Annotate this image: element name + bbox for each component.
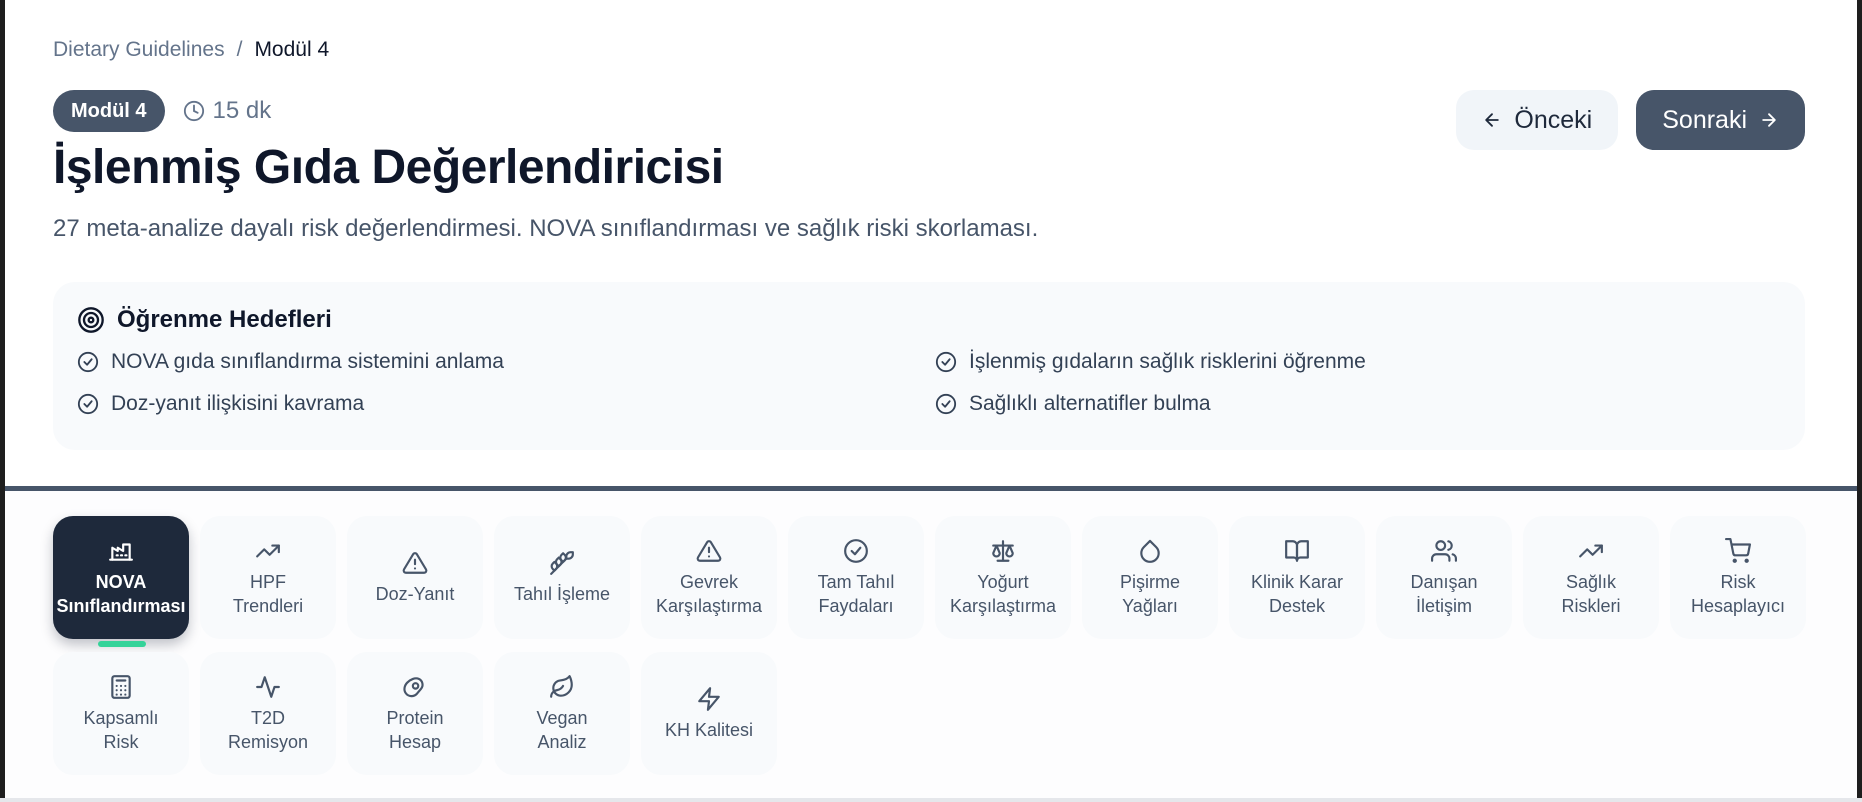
- module-badge: Modül 4: [53, 90, 165, 132]
- objectives-list: NOVA gıda sınıflandırma sistemini anlama…: [77, 348, 1781, 418]
- trending-up-icon: [1578, 538, 1604, 564]
- tool-tab-label: Tam Tahıl Faydaları: [817, 571, 895, 616]
- previous-button[interactable]: Önceki: [1456, 90, 1619, 150]
- tool-tab-label: Kapsamlı Risk: [83, 707, 159, 752]
- tool-tab-17[interactable]: KH Kalitesi: [641, 652, 777, 775]
- breadcrumb-parent-link[interactable]: Dietary Guidelines: [53, 38, 225, 62]
- tool-tab-13[interactable]: Kapsamlı Risk: [53, 652, 189, 775]
- users-icon: [1431, 538, 1457, 564]
- objective-text: Doz-yanıt ilişkisini kavrama: [111, 392, 365, 415]
- objective-text: NOVA gıda sınıflandırma sistemini anlama: [111, 350, 504, 373]
- bottom-edge: [0, 798, 1862, 802]
- active-tab-indicator: [98, 641, 146, 647]
- warning-triangle-icon: [696, 538, 722, 564]
- tool-selector-panel: NOVA Sınıflandırması HPF Trendleri Doz-Yan…: [5, 491, 1857, 798]
- objective-text: İşlenmiş gıdaların sağlık risklerini öğr…: [969, 350, 1366, 373]
- warning-triangle-icon: [402, 550, 428, 576]
- factory-icon: [108, 538, 134, 564]
- tool-tab-label: Pişirme Yağları: [1119, 571, 1180, 616]
- duration-text: 15 dk: [212, 97, 272, 124]
- check-circle-icon: [843, 538, 869, 564]
- tool-tab-label: NOVA Sınıflandırması: [56, 571, 186, 616]
- tool-tab-9[interactable]: Klinik Karar Destek: [1229, 516, 1365, 639]
- breadcrumb-separator: /: [236, 38, 243, 61]
- tool-tab-label: HPF Trendleri: [232, 571, 304, 616]
- clock-icon: [183, 100, 205, 122]
- tool-tab-12[interactable]: Risk Hesaplayıcı: [1670, 516, 1806, 639]
- objective-item: NOVA gıda sınıflandırma sistemini anlama: [77, 348, 935, 376]
- tool-tab-6[interactable]: Tam Tahıl Faydaları: [788, 516, 924, 639]
- tool-tab-label: Vegan Analiz: [536, 707, 588, 752]
- duration: 15 dk: [183, 97, 272, 125]
- arrow-left-icon: [1482, 110, 1502, 130]
- learning-objectives: Öğrenme Hedefleri NOVA gıda sınıflandırm…: [53, 282, 1805, 450]
- check-circle-icon: [935, 351, 957, 373]
- tool-tab-label: Tahıl İşleme: [513, 583, 611, 604]
- tool-tab-1[interactable]: NOVA Sınıflandırması: [53, 516, 189, 647]
- wheat-icon: [549, 550, 575, 576]
- tool-tab-4[interactable]: Tahıl İşleme: [494, 516, 630, 639]
- check-circle-icon: [935, 393, 957, 415]
- droplet-icon: [1137, 538, 1163, 564]
- arrow-right-icon: [1759, 110, 1779, 130]
- tool-tab-label: KH Kalitesi: [664, 719, 754, 740]
- check-circle-icon: [77, 393, 99, 415]
- tool-tab-label: Protein Hesap: [386, 707, 444, 752]
- module-navigation: Önceki Sonraki: [1456, 90, 1805, 150]
- tool-tab-label: T2D Remisyon: [227, 707, 309, 752]
- target-icon: [77, 306, 105, 334]
- tool-tab-7[interactable]: Yoğurt Karşılaştırma: [935, 516, 1071, 639]
- tool-tab-15[interactable]: Protein Hesap: [347, 652, 483, 775]
- activity-icon: [255, 674, 281, 700]
- tool-tab-label: Yoğurt Karşılaştırma: [949, 571, 1057, 616]
- breadcrumb-current: Modül 4: [254, 38, 330, 61]
- next-button-label: Sonraki: [1662, 105, 1747, 134]
- objective-item: İşlenmiş gıdaların sağlık risklerini öğr…: [935, 348, 1793, 376]
- tool-tab-label: Gevrek Karşılaştırma: [655, 571, 763, 616]
- objectives-header: Öğrenme Hedefleri: [77, 306, 1781, 334]
- calculator-icon: [108, 674, 134, 700]
- previous-button-label: Önceki: [1514, 105, 1593, 134]
- tool-tab-3[interactable]: Doz-Yanıt: [347, 516, 483, 639]
- tool-tab-label: Danışan İletişim: [1410, 571, 1478, 616]
- tool-grid: NOVA Sınıflandırması HPF Trendleri Doz-Yan…: [53, 516, 1806, 775]
- module-meta: Modül 4 15 dk: [53, 90, 271, 132]
- breadcrumb: Dietary Guidelines / Modül 4: [53, 38, 329, 62]
- objective-item: Sağlıklı alternatifler bulma: [935, 390, 1793, 418]
- leaf-icon: [549, 674, 575, 700]
- tool-tab-10[interactable]: Danışan İletişim: [1376, 516, 1512, 639]
- next-button[interactable]: Sonraki: [1636, 90, 1805, 150]
- meat-icon: [402, 674, 428, 700]
- module-header: Dietary Guidelines / Modül 4 Modül 4 15 …: [53, 0, 1805, 486]
- check-circle-icon: [77, 351, 99, 373]
- zap-icon: [696, 686, 722, 712]
- tool-tab-8[interactable]: Pişirme Yağları: [1082, 516, 1218, 639]
- tool-tab-14[interactable]: T2D Remisyon: [200, 652, 336, 775]
- tool-tab-label: Risk Hesaplayıcı: [1690, 571, 1786, 616]
- page-subtitle: 27 meta-analize dayalı risk değerlendirm…: [53, 215, 1039, 242]
- tool-tab-5[interactable]: Gevrek Karşılaştırma: [641, 516, 777, 639]
- scale-icon: [990, 538, 1016, 564]
- tool-tab-label: Klinik Karar Destek: [1250, 571, 1344, 616]
- page-title: İşlenmiş Gıda Değerlendiricisi: [53, 141, 724, 194]
- tool-tab-16[interactable]: Vegan Analiz: [494, 652, 630, 775]
- tool-tab-11[interactable]: Sağlık Riskleri: [1523, 516, 1659, 639]
- tool-tab-label: Sağlık Riskleri: [1561, 571, 1621, 616]
- book-open-icon: [1284, 538, 1310, 564]
- tool-tab-2[interactable]: HPF Trendleri: [200, 516, 336, 639]
- trending-up-icon: [255, 538, 281, 564]
- shopping-cart-icon: [1725, 537, 1751, 564]
- objective-text: Sağlıklı alternatifler bulma: [969, 392, 1211, 415]
- objective-item: Doz-yanıt ilişkisini kavrama: [77, 390, 935, 418]
- tool-tab-label: Doz-Yanıt: [375, 583, 455, 604]
- objectives-title: Öğrenme Hedefleri: [117, 306, 332, 333]
